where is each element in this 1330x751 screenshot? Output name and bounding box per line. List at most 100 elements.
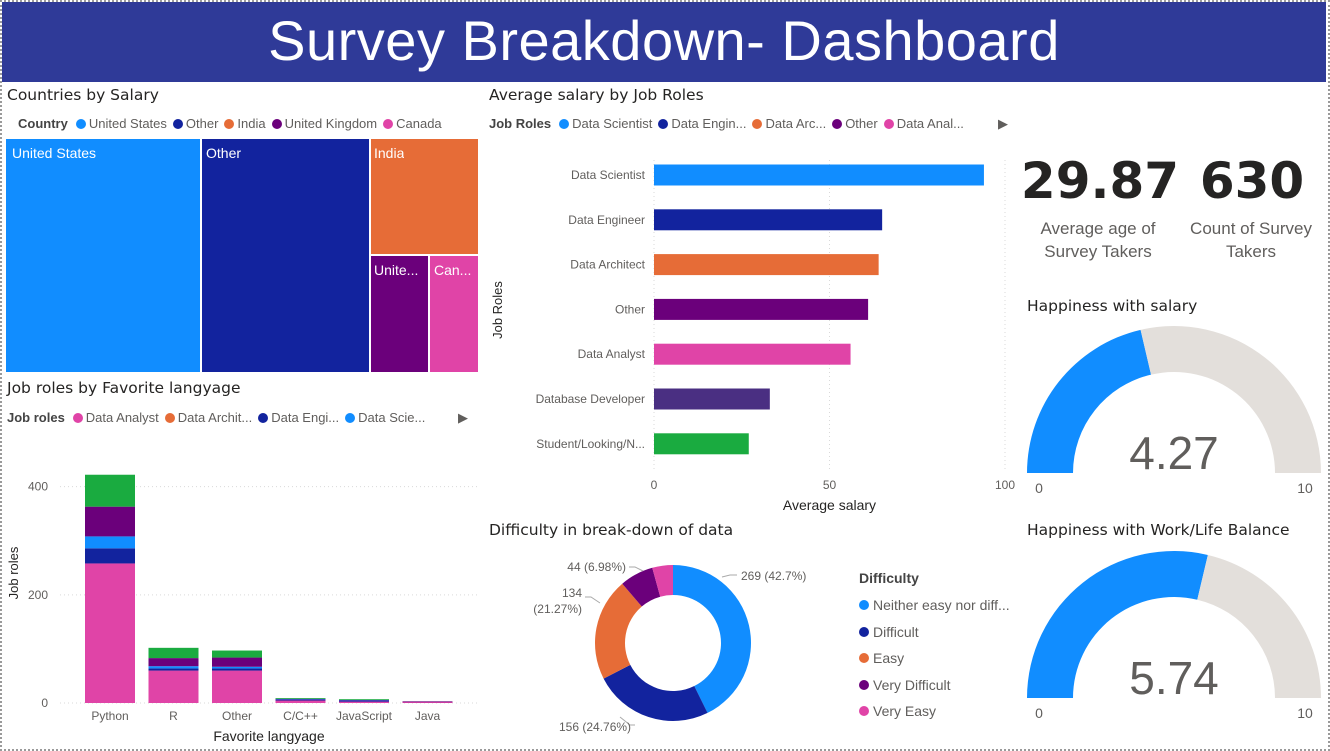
language-category-label: JavaScript xyxy=(336,709,393,723)
salary-bar xyxy=(654,388,770,410)
salary-bar-chart: 0 50 100 Data Scientist Data Engineer Data Ar… xyxy=(490,160,1015,513)
difficulty-data-label: 134 xyxy=(562,586,582,600)
gauge-value-text: 4.27 xyxy=(1129,427,1219,479)
difficulty-data-label: 44 (6.98%) xyxy=(567,560,626,574)
gauge-max-label: 10 xyxy=(1297,480,1313,496)
legend-item-united-states[interactable]: United States xyxy=(75,116,167,131)
language-bar-segment xyxy=(275,700,326,703)
language-bar-segment xyxy=(85,563,135,703)
difficulty-leader-line xyxy=(721,574,737,578)
language-category-label: Python xyxy=(91,709,128,723)
legend-item-difficult[interactable]: Difficult xyxy=(859,619,1010,646)
treemap-label-united-kingdom: Unite... xyxy=(374,262,419,278)
treemap: United States Other India Unite... Can..… xyxy=(6,139,478,372)
language-category-label: Other xyxy=(222,709,252,723)
gauge-happiness-work-life-balance: 5.74 0 10 xyxy=(1027,551,1321,721)
legend-item-data-architect[interactable]: Data Archit... xyxy=(164,410,252,425)
salary-bar xyxy=(654,209,883,231)
legend-item-neither[interactable]: Neither easy nor diff... xyxy=(859,592,1010,619)
language-legend-title: Job roles xyxy=(7,410,65,425)
language-legend-next-arrow-icon[interactable]: ▶ xyxy=(458,410,468,426)
language-bar-segment xyxy=(339,699,389,701)
language-bar-segment xyxy=(212,650,262,658)
treemap-label-other: Other xyxy=(206,145,242,161)
treemap-label-india: India xyxy=(374,145,405,161)
salary-bar xyxy=(654,433,749,455)
legend-item-data-architect[interactable]: Data Arc... xyxy=(752,116,826,131)
language-y-tick: 400 xyxy=(28,480,48,494)
gauge-min-label: 0 xyxy=(1035,705,1043,721)
legend-item-other[interactable]: Other xyxy=(172,116,218,131)
gauge-value-text: 5.74 xyxy=(1129,652,1219,704)
legend-item-other[interactable]: Other xyxy=(832,116,878,131)
salary-chart-title: Average salary by Job Roles xyxy=(489,86,704,104)
language-bar-segment xyxy=(148,666,199,669)
legend-item-data-engineer[interactable]: Data Engin... xyxy=(658,116,746,131)
difficulty-chart-title: Difficulty in break-down of data xyxy=(489,521,734,539)
gauge-balance-title: Happiness with Work/Life Balance xyxy=(1027,521,1290,539)
legend-item-data-engineer[interactable]: Data Engi... xyxy=(258,410,339,425)
language-bar-segment xyxy=(85,474,135,507)
language-bar-segment xyxy=(148,670,199,703)
language-bar-segment xyxy=(85,536,135,549)
kpi-count-label: Count of Survey Takers xyxy=(1190,219,1312,261)
difficulty-legend: Difficulty Neither easy nor diff... Diff… xyxy=(859,570,1010,725)
dashboard-title: Survey Breakdown- Dashboard xyxy=(2,2,1326,82)
salary-y-axis-title: Job Roles xyxy=(490,281,505,339)
salary-x-tick: 100 xyxy=(995,478,1015,492)
language-chart-title: Job roles by Favorite langyage xyxy=(7,379,241,397)
countries-legend: Country United States Other India United… xyxy=(18,116,448,131)
salary-x-tick: 0 xyxy=(651,478,658,492)
salary-bar xyxy=(654,343,851,365)
language-bar-segment xyxy=(85,506,135,537)
kpi-count-value: 630 xyxy=(1199,152,1305,210)
language-bar-segment xyxy=(85,548,135,564)
language-category-label: Java xyxy=(415,709,441,723)
language-bar-segment xyxy=(402,701,453,703)
legend-item-data-analyst[interactable]: Data Anal... xyxy=(883,116,964,131)
salary-bar xyxy=(654,298,869,320)
kpi-avg-age-label: Average age of Survey Takers xyxy=(1040,219,1156,261)
salary-legend-next-arrow-icon[interactable]: ▶ xyxy=(998,116,1008,132)
legend-item-very-difficult[interactable]: Very Difficult xyxy=(859,672,1010,699)
gauge-max-label: 10 xyxy=(1297,705,1313,721)
difficulty-leader-line xyxy=(629,566,644,572)
language-bar-segment xyxy=(275,698,326,699)
legend-item-easy[interactable]: Easy xyxy=(859,645,1010,672)
legend-item-very-easy[interactable]: Very Easy xyxy=(859,698,1010,725)
salary-x-tick: 50 xyxy=(823,478,837,492)
legend-item-india[interactable]: India xyxy=(224,116,266,131)
salary-category-label: Data Analyst xyxy=(578,347,646,361)
salary-legend-title: Job Roles xyxy=(489,116,552,131)
gauge-happiness-salary: 4.27 0 10 xyxy=(1027,326,1321,496)
language-stacked-chart: 0 200 400 Python R Other C/C++ JavaScript Java Fa… xyxy=(6,474,478,744)
language-bar-segment xyxy=(148,668,199,671)
difficulty-donut-chart: 269 (42.7%) 156 (24.76%) 134 (21.27%) 44 (6.… xyxy=(533,560,806,734)
language-y-tick: 0 xyxy=(41,696,48,710)
salary-category-label: Database Developer xyxy=(536,392,645,406)
salary-bar xyxy=(654,164,984,186)
language-bar-segment xyxy=(212,666,262,669)
legend-item-data-scientist[interactable]: Data Scie... xyxy=(345,410,425,425)
legend-item-data-scientist[interactable]: Data Scientist xyxy=(559,116,652,131)
language-legend: Job roles Data Analyst Data Archit... Da… xyxy=(7,410,431,425)
salary-category-label: Student/Looking/N... xyxy=(536,437,645,451)
difficulty-leader-line xyxy=(585,596,601,604)
legend-item-canada[interactable]: Canada xyxy=(383,116,442,131)
language-category-label: R xyxy=(169,709,178,723)
language-bar-segment xyxy=(148,658,199,667)
countries-chart-title: Countries by Salary xyxy=(7,86,159,104)
salary-category-label: Other xyxy=(615,302,645,316)
treemap-tile-united-states[interactable] xyxy=(6,139,200,372)
salary-category-label: Data Engineer xyxy=(568,213,645,227)
language-bar-segment xyxy=(212,670,262,703)
language-x-axis-title: Favorite langyage xyxy=(213,728,325,744)
salary-category-label: Data Architect xyxy=(570,258,645,272)
treemap-tile-other[interactable] xyxy=(202,139,369,372)
salary-x-axis-title: Average salary xyxy=(783,497,876,513)
difficulty-data-label: 269 (42.7%) xyxy=(741,569,806,583)
difficulty-legend-title: Difficulty xyxy=(859,570,919,586)
difficulty-data-label: 156 (24.76%) xyxy=(559,720,631,734)
legend-item-united-kingdom[interactable]: United Kingdom xyxy=(271,116,377,131)
legend-item-data-analyst[interactable]: Data Analyst xyxy=(72,410,159,425)
